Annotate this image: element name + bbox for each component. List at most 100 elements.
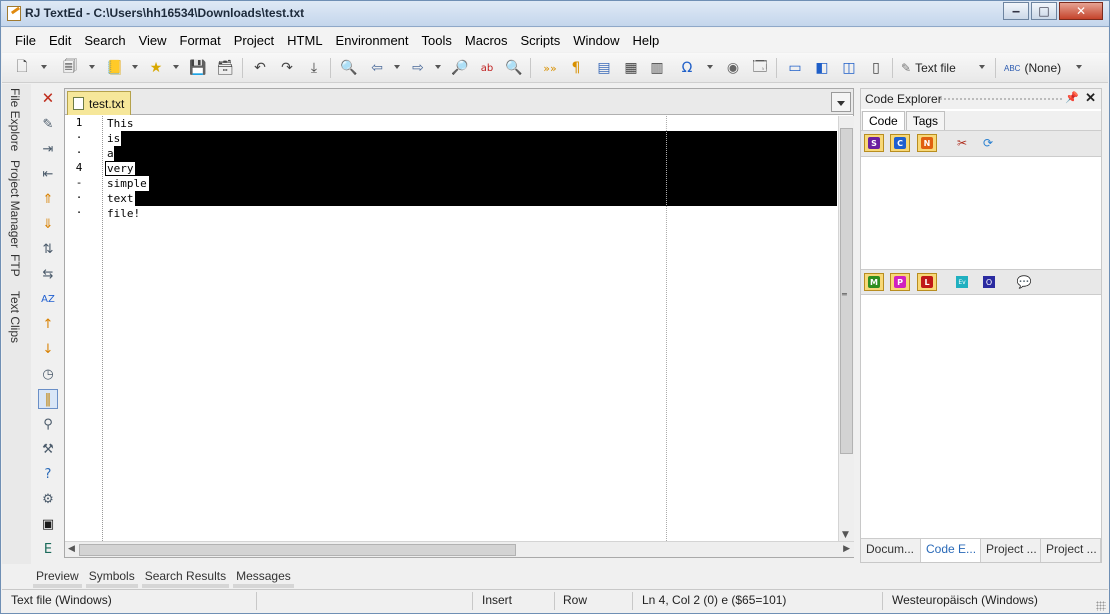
back-arrow-icon[interactable]: ⇦ <box>367 58 387 78</box>
find-icon[interactable]: 🔍 <box>339 58 359 78</box>
menu-file[interactable]: File <box>8 33 42 48</box>
hammer-icon[interactable]: ⚒ <box>38 439 58 459</box>
layout-horizontal-icon[interactable]: ▭ <box>785 58 805 78</box>
spell-dropdown-icon[interactable] <box>1076 65 1082 69</box>
scroll-down-icon[interactable]: ▼ <box>842 530 849 540</box>
outdent-icon[interactable]: ⇤ <box>38 164 58 184</box>
browser-globe-icon[interactable]: ◉ <box>723 58 743 78</box>
clock-icon[interactable]: ◷ <box>38 364 58 384</box>
filter-events-button[interactable]: Ev <box>952 273 972 291</box>
filter-labels-button[interactable]: L <box>917 273 937 291</box>
status-row-mode[interactable]: Row <box>563 593 587 607</box>
help-globe-icon[interactable]: ? <box>38 464 58 484</box>
refresh-icon[interactable]: ⟳ <box>978 134 998 152</box>
pin-icon[interactable]: 📌 <box>1065 91 1079 104</box>
undo-icon[interactable]: ↶ <box>250 58 270 78</box>
document-tab[interactable]: test.txt <box>67 91 131 115</box>
panel-drag-grip[interactable] <box>939 97 1064 101</box>
explorer-icon[interactable]: E <box>38 539 58 559</box>
sort-icon[interactable]: ⇅ <box>38 239 58 259</box>
tab-code[interactable]: Code <box>862 111 905 130</box>
menu-scripts[interactable]: Scripts <box>514 33 567 48</box>
hex-icon[interactable]: ▥ <box>647 58 667 78</box>
close-panel-icon[interactable]: ✕ <box>1085 90 1096 106</box>
transpose-icon[interactable]: ⇆ <box>38 264 58 284</box>
resize-grip-icon[interactable] <box>1096 601 1106 611</box>
indent-icon[interactable]: ⇥ <box>38 139 58 159</box>
menu-search[interactable]: Search <box>77 33 131 48</box>
tab-preview[interactable]: Preview <box>31 563 84 588</box>
menu-environment[interactable]: Environment <box>329 33 415 48</box>
status-insert-mode[interactable]: Insert <box>482 593 512 607</box>
layout-left-panel-icon[interactable]: ◧ <box>812 58 832 78</box>
menu-edit[interactable]: Edit <box>42 33 77 48</box>
menu-project[interactable]: Project <box>227 33 280 48</box>
horizontal-scroll-thumb[interactable] <box>79 544 516 556</box>
recent-dropdown-icon[interactable] <box>132 65 138 69</box>
close-document-icon[interactable]: 🗙 <box>38 89 58 109</box>
move-line-down-icon[interactable]: ⇓ <box>38 214 58 234</box>
edit-pencil-icon[interactable]: ✎ <box>38 114 58 134</box>
character-map-icon[interactable]: Ω <box>677 58 697 78</box>
color-picker-icon[interactable]: 🗔 <box>750 58 770 78</box>
maximize-button[interactable]: □ <box>1031 2 1057 20</box>
terminal-icon[interactable]: ▣ <box>38 514 58 534</box>
favorites-dropdown-icon[interactable] <box>173 65 179 69</box>
layout-columns-icon[interactable]: ▯ <box>866 58 886 78</box>
tab-tags[interactable]: Tags <box>905 111 946 130</box>
tab-messages[interactable]: Messages <box>231 563 296 588</box>
file-type-dropdown-icon[interactable] <box>979 65 985 69</box>
tab-symbols[interactable]: Symbols <box>84 563 140 588</box>
filter-namespaces-button[interactable]: N <box>917 134 937 152</box>
open-dropdown-icon[interactable] <box>89 65 95 69</box>
move-line-up-icon[interactable]: ⇑ <box>38 189 58 209</box>
tab-project-1[interactable]: Project ... <box>981 539 1041 562</box>
charmap-dropdown-icon[interactable] <box>707 65 713 69</box>
show-spaces-icon[interactable]: »» <box>540 58 560 78</box>
filter-classes-button[interactable]: C <box>890 134 910 152</box>
open-file-icon[interactable]: 🗐 <box>60 58 80 78</box>
menu-html[interactable]: HTML <box>280 33 328 48</box>
text-editor[interactable]: 1 · · 4 - · · This is a very simple text… <box>65 116 837 541</box>
search-icon[interactable]: 🔎 <box>450 58 470 78</box>
forward-arrow-icon[interactable]: ⇨ <box>408 58 428 78</box>
menu-macros[interactable]: Macros <box>458 33 514 48</box>
download-icon[interactable]: ⤓ <box>304 58 324 78</box>
menu-format[interactable]: Format <box>173 33 227 48</box>
tab-file-explorer[interactable]: File Explore <box>8 88 22 151</box>
replace-icon[interactable]: ab <box>477 58 497 78</box>
back-dropdown-icon[interactable] <box>394 65 400 69</box>
filter-structures-button[interactable]: S <box>864 134 884 152</box>
tools-icon[interactable]: ✂ <box>952 134 972 152</box>
tab-text-clips[interactable]: Text Clips <box>8 291 22 343</box>
html-preview-icon[interactable]: ▦ <box>621 58 641 78</box>
filter-methods-button[interactable]: M <box>864 273 884 291</box>
filter-properties-button[interactable]: P <box>890 273 910 291</box>
horizontal-scrollbar[interactable]: ◀ ▶ <box>65 541 854 557</box>
new-file-icon[interactable]: 🗋 <box>12 58 32 78</box>
plugins-icon[interactable]: ⚙ <box>38 489 58 509</box>
new-file-dropdown-icon[interactable] <box>41 65 47 69</box>
find-in-files-icon[interactable]: 🔍 <box>504 58 524 78</box>
vertical-scrollbar[interactable]: ═ ▼ <box>838 116 854 541</box>
tab-code-explorer[interactable]: Code E... <box>921 539 981 562</box>
forward-dropdown-icon[interactable] <box>435 65 441 69</box>
zoom-icon[interactable]: ⚲ <box>38 414 58 434</box>
close-button[interactable]: ✕ <box>1059 2 1103 20</box>
menu-help[interactable]: Help <box>626 33 666 48</box>
sort-az-icon[interactable]: AZ <box>38 289 58 309</box>
tab-documents[interactable]: Docum... <box>861 539 921 562</box>
favorites-star-icon[interactable]: ★ <box>146 58 166 78</box>
recent-files-icon[interactable]: 📒 <box>105 58 125 78</box>
filter-other-button[interactable]: O <box>979 273 999 291</box>
tab-project-manager[interactable]: Project Manager <box>8 160 22 248</box>
status-encoding[interactable]: Westeuropäisch (Windows) <box>892 593 1038 607</box>
menu-view[interactable]: View <box>132 33 173 48</box>
sort-descending-icon[interactable]: ↓ <box>38 339 58 359</box>
scroll-right-icon[interactable]: ▶ <box>843 544 850 554</box>
file-type-selector[interactable]: ✎ Text file <box>901 58 956 78</box>
tab-search-results[interactable]: Search Results <box>140 563 231 588</box>
minimize-button[interactable]: ‒ <box>1003 2 1029 20</box>
menu-tools[interactable]: Tools <box>415 33 458 48</box>
layout-split-icon[interactable]: ◫ <box>839 58 859 78</box>
